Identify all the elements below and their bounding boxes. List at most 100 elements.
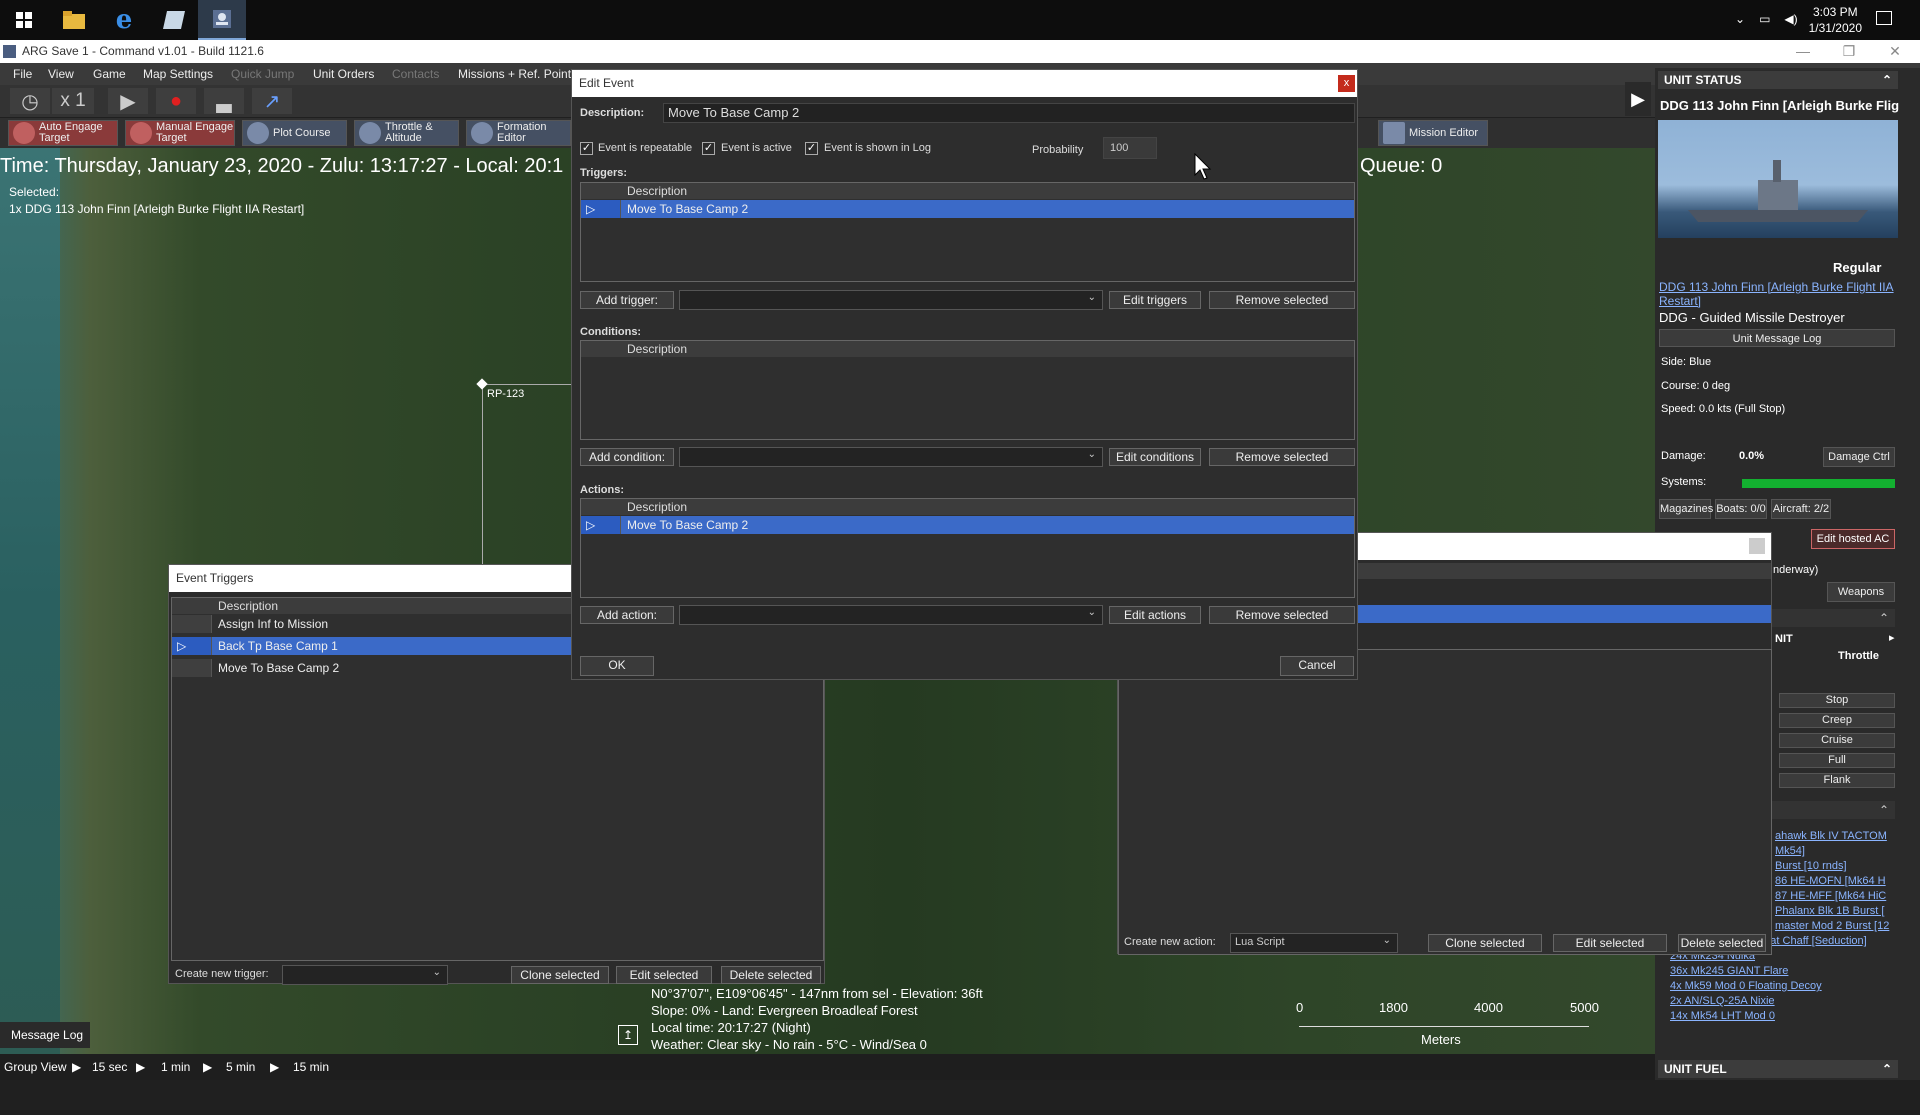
mission-editor-button[interactable]: Mission Editor bbox=[1378, 120, 1488, 146]
clone-action-button[interactable]: Clone selected bbox=[1428, 934, 1542, 952]
menu-missions[interactable]: Missions + Ref. Points bbox=[458, 67, 577, 81]
cancel-button[interactable]: Cancel bbox=[1280, 656, 1354, 676]
restore-icon[interactable]: ❐ bbox=[1826, 40, 1872, 63]
throttle-altitude-button[interactable]: Throttle & Altitude bbox=[354, 120, 459, 146]
step-1min[interactable]: 1 min bbox=[161, 1054, 190, 1080]
menu-quick-jump[interactable]: Quick Jump bbox=[231, 67, 294, 81]
edit-triggers-button[interactable]: Edit triggers bbox=[1109, 291, 1201, 309]
edit-hosted-ac-button[interactable]: Edit hosted AC bbox=[1811, 529, 1895, 549]
edit-conditions-button[interactable]: Edit conditions bbox=[1109, 448, 1201, 466]
weapon-link[interactable]: 36x Mk245 GIANT Flare bbox=[1670, 965, 1788, 977]
record-icon[interactable]: ● bbox=[156, 88, 196, 114]
weapon-link[interactable]: 14x Mk54 LHT Mod 0 bbox=[1670, 1010, 1775, 1022]
ship-icon[interactable]: ▃ bbox=[204, 88, 244, 114]
weapon-link[interactable]: Burst [10 rnds] bbox=[1775, 860, 1847, 872]
throttle-flank-button[interactable]: Flank bbox=[1779, 773, 1895, 788]
command-icon[interactable] bbox=[198, 0, 246, 40]
unit-link[interactable]: DDG 113 John Finn [Arleigh Burke Flight … bbox=[1659, 280, 1899, 308]
boats-button[interactable]: Boats: 0/0 bbox=[1715, 499, 1767, 519]
weapon-link[interactable]: Phalanx Blk 1B Burst [ bbox=[1775, 905, 1884, 917]
add-condition-combo[interactable]: ⌄ bbox=[679, 447, 1103, 467]
plot-course-button[interactable]: Plot Course bbox=[242, 120, 347, 146]
file-explorer-icon[interactable] bbox=[50, 0, 98, 40]
upload-icon[interactable]: ↥ bbox=[618, 1025, 638, 1045]
weapons-button[interactable]: Weapons bbox=[1827, 582, 1895, 602]
step-15sec[interactable]: 15 sec bbox=[92, 1054, 127, 1080]
clone-trigger-button[interactable]: Clone selected bbox=[511, 966, 609, 984]
play-icon[interactable]: ▶ bbox=[108, 88, 148, 114]
actions-grid-header: Description bbox=[581, 499, 1354, 515]
menu-view[interactable]: View bbox=[48, 67, 74, 81]
close-icon[interactable]: x bbox=[1338, 75, 1355, 92]
throttle-creep-button[interactable]: Creep bbox=[1779, 713, 1895, 728]
close-icon[interactable] bbox=[1749, 538, 1765, 554]
volume-icon[interactable]: ◀) bbox=[1784, 12, 1797, 26]
time-compression[interactable]: x 1 bbox=[52, 88, 94, 114]
formation-editor-button[interactable]: Formation Editor bbox=[466, 120, 571, 146]
expand-icon[interactable]: ▸ bbox=[1889, 631, 1895, 644]
menu-file[interactable]: File bbox=[13, 67, 32, 81]
weapon-link[interactable]: master Mod 2 Burst [12 bbox=[1775, 920, 1889, 932]
clock-icon[interactable]: ◷ bbox=[10, 88, 50, 114]
collapse-icon[interactable]: ⌃ bbox=[1879, 803, 1889, 817]
panel-expand-icon[interactable]: ▶ bbox=[1625, 82, 1651, 116]
menu-game[interactable]: Game bbox=[93, 67, 126, 81]
weapon-link[interactable]: 86 HE-MOFN [Mk64 H bbox=[1775, 875, 1886, 887]
weapon-link[interactable]: 4x Mk59 Mod 0 Floating Decoy bbox=[1670, 980, 1822, 992]
weapon-link[interactable]: 87 HE-MFF [Mk64 HiC bbox=[1775, 890, 1886, 902]
edit-actions-button[interactable]: Edit actions bbox=[1109, 606, 1201, 624]
auto-engage-button[interactable]: Auto Engage Target bbox=[8, 120, 118, 146]
arrow-icon[interactable]: ↗ bbox=[252, 88, 292, 114]
close-icon[interactable]: ✕ bbox=[1872, 40, 1918, 63]
active-checkbox[interactable]: ✓ bbox=[702, 142, 715, 155]
ref-point-icon[interactable] bbox=[476, 378, 488, 390]
delete-trigger-button[interactable]: Delete selected bbox=[721, 966, 821, 984]
minimize-icon[interactable]: — bbox=[1780, 40, 1826, 63]
damage-ctrl-button[interactable]: Damage Ctrl bbox=[1823, 447, 1895, 467]
app-icon[interactable] bbox=[150, 0, 198, 40]
step-15min[interactable]: 15 min bbox=[293, 1054, 329, 1080]
magazines-button[interactable]: Magazines bbox=[1659, 499, 1713, 519]
remove-trigger-button[interactable]: Remove selected bbox=[1209, 291, 1355, 309]
menu-unit-orders[interactable]: Unit Orders bbox=[313, 67, 374, 81]
unit-message-log-button[interactable]: Unit Message Log bbox=[1659, 329, 1895, 347]
create-action-combo[interactable]: Lua Script ⌄ bbox=[1230, 933, 1398, 953]
collapse-icon[interactable]: ⌃ bbox=[1882, 1060, 1892, 1078]
network-icon[interactable]: ▭ bbox=[1759, 12, 1770, 26]
shown-in-log-checkbox[interactable]: ✓ bbox=[805, 142, 818, 155]
notification-icon[interactable] bbox=[1876, 11, 1892, 25]
throttle-stop-button[interactable]: Stop bbox=[1779, 693, 1895, 708]
aircraft-button[interactable]: Aircraft: 2/2 bbox=[1771, 499, 1831, 519]
throttle-cruise-button[interactable]: Cruise bbox=[1779, 733, 1895, 748]
weapon-link[interactable]: Mk54] bbox=[1775, 845, 1805, 857]
throttle-full-button[interactable]: Full bbox=[1779, 753, 1895, 768]
taskbar-clock[interactable]: 3:03 PM 1/31/2020 bbox=[1809, 4, 1862, 36]
collapse-icon[interactable]: ⌃ bbox=[1882, 71, 1892, 89]
remove-action-button[interactable]: Remove selected bbox=[1209, 606, 1355, 624]
table-row[interactable]: ▷ Move To Base Camp 2 bbox=[581, 516, 1354, 534]
add-trigger-combo[interactable]: ⌄ bbox=[679, 290, 1103, 310]
repeatable-checkbox[interactable]: ✓ bbox=[580, 142, 593, 155]
message-log-tab[interactable]: Message Log bbox=[0, 1022, 90, 1048]
manual-engage-button[interactable]: Manual Engage Target bbox=[125, 120, 235, 146]
ok-button[interactable]: OK bbox=[580, 656, 654, 676]
edge-icon[interactable]: e bbox=[100, 0, 148, 40]
description-input[interactable]: Move To Base Camp 2 bbox=[663, 103, 1355, 123]
create-trigger-combo[interactable]: ⌄ bbox=[282, 965, 448, 985]
menu-contacts[interactable]: Contacts bbox=[392, 67, 439, 81]
system-tray-icons[interactable]: ⌄ ▭ ◀) bbox=[1735, 12, 1798, 26]
probability-input[interactable]: 100 bbox=[1103, 137, 1157, 159]
weapon-link[interactable]: 2x AN/SLQ-25A Nixie bbox=[1670, 995, 1775, 1007]
remove-condition-button[interactable]: Remove selected bbox=[1209, 448, 1355, 466]
edit-trigger-button[interactable]: Edit selected bbox=[616, 966, 712, 984]
table-row[interactable]: ▷ Move To Base Camp 2 bbox=[581, 200, 1354, 218]
menu-map-settings[interactable]: Map Settings bbox=[143, 67, 213, 81]
add-action-combo[interactable]: ⌄ bbox=[679, 605, 1103, 625]
chevron-up-icon[interactable]: ⌄ bbox=[1735, 12, 1745, 26]
windows-start-icon[interactable] bbox=[0, 0, 48, 40]
weapon-link[interactable]: ahawk Blk IV TACTOM bbox=[1775, 830, 1887, 842]
edit-action-button[interactable]: Edit selected bbox=[1553, 934, 1667, 952]
delete-action-button[interactable]: Delete selected bbox=[1678, 934, 1766, 952]
step-5min[interactable]: 5 min bbox=[226, 1054, 255, 1080]
collapse-icon[interactable]: ⌃ bbox=[1879, 611, 1889, 625]
